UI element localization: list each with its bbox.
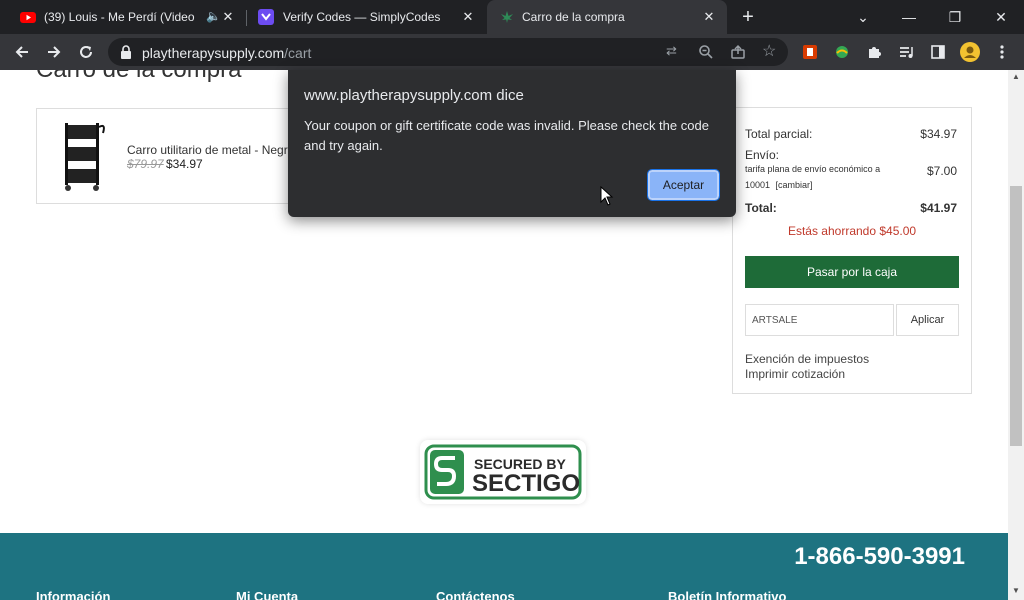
- item-old-price: $79.97: [127, 157, 164, 171]
- shipping-change-link[interactable]: [cambiar]: [776, 180, 813, 190]
- close-window-icon[interactable]: ✕: [978, 0, 1024, 34]
- scroll-down-icon[interactable]: ▼: [1008, 584, 1024, 598]
- total-label: Total:: [745, 201, 777, 215]
- site-footer: 1-866-590-3991 Información Mi Cuenta Con…: [0, 533, 1008, 600]
- subtotal-label: Total parcial:: [745, 127, 813, 141]
- tax-exempt-link[interactable]: Exención de impuestos: [745, 352, 869, 366]
- browser-toolbar: playtherapysupply.com/cart ⇄ ☆: [0, 34, 1024, 70]
- cannabis-leaf-icon: [501, 11, 513, 23]
- close-tab-icon[interactable]: ✕: [220, 9, 236, 25]
- tab-separator: [246, 10, 247, 26]
- footer-phone[interactable]: 1-866-590-3991: [794, 543, 965, 571]
- translate-icon[interactable]: ⇄: [666, 43, 677, 59]
- coupon-input[interactable]: [745, 304, 894, 336]
- tab-search-icon[interactable]: ⌄: [840, 0, 886, 34]
- item-price: $34.97: [166, 157, 203, 171]
- extension-globe-icon[interactable]: [830, 40, 854, 64]
- print-quote-link[interactable]: Imprimir cotización: [745, 367, 845, 381]
- bookmark-star-icon[interactable]: ☆: [762, 41, 776, 61]
- close-tab-icon[interactable]: ✕: [701, 9, 717, 25]
- zoom-icon[interactable]: [698, 44, 714, 60]
- url-text: playtherapysupply.com/cart: [142, 45, 311, 61]
- simplycodes-icon: [258, 9, 274, 25]
- tab-title: Carro de la compra: [522, 10, 625, 24]
- shipping-value: $7.00: [926, 164, 957, 178]
- close-tab-icon[interactable]: ✕: [460, 9, 476, 25]
- dialog-title: www.playtherapysupply.com dice: [304, 87, 524, 104]
- shipping-description: tarifa plana de envío económico a: [745, 164, 881, 174]
- page-title: Carro de la compra: [36, 70, 241, 84]
- tab-strip: (39) Louis - Me Perdí (Video O 🔈 ✕ Verif…: [0, 0, 1024, 34]
- footer-col-mi-cuenta: Mi Cuenta: [236, 589, 299, 600]
- savings-text: Estás ahorrando $45.00: [787, 224, 917, 238]
- checkout-button[interactable]: Pasar por la caja: [745, 256, 959, 288]
- new-tab-button[interactable]: +: [737, 4, 759, 30]
- sectigo-logo: SECURED BY SECTIGO: [424, 444, 582, 500]
- media-controls-icon[interactable]: [894, 40, 918, 64]
- scroll-up-icon[interactable]: ▲: [1008, 70, 1024, 84]
- shipping-row: tarifa plana de envío económico a $7.00: [745, 164, 957, 178]
- tab-carro-compra[interactable]: Carro de la compra ✕: [487, 0, 727, 34]
- url-host: playtherapysupply.com: [142, 45, 285, 61]
- subtotal-row: Total parcial: $34.97: [745, 127, 957, 141]
- total-value: $41.97: [920, 201, 957, 215]
- shipping-label: Envío:: [745, 148, 780, 162]
- total-row: Total: $41.97: [745, 201, 957, 215]
- footer-col-boletin: Boletín Informativo: [668, 589, 787, 600]
- scroll-thumb[interactable]: [1010, 186, 1022, 446]
- url-path: /cart: [284, 45, 312, 61]
- extensions-puzzle-icon[interactable]: [862, 40, 886, 64]
- extension-office-icon[interactable]: [798, 40, 822, 64]
- address-bar[interactable]: playtherapysupply.com/cart ⇄ ☆: [108, 38, 788, 66]
- subtotal-value: $34.97: [920, 127, 957, 141]
- seal-line2: SECTIGO: [472, 470, 580, 497]
- shipping-zip: 10001: [745, 180, 771, 190]
- mouse-cursor-icon: [600, 186, 614, 206]
- footer-col-informacion: Información: [36, 589, 111, 600]
- dialog-ok-button[interactable]: Aceptar: [647, 169, 720, 201]
- profile-avatar-icon[interactable]: [958, 40, 982, 64]
- reload-icon[interactable]: [74, 40, 98, 64]
- tab-title: Verify Codes — SimplyCodes: [283, 10, 441, 24]
- tab-youtube[interactable]: (39) Louis - Me Perdí (Video O 🔈 ✕: [8, 0, 246, 34]
- side-panel-icon[interactable]: [926, 40, 950, 64]
- page-scrollbar[interactable]: ▲ ▼: [1008, 70, 1024, 600]
- speaker-icon[interactable]: 🔈: [206, 9, 221, 23]
- shipping-label-row: Envío:: [745, 148, 957, 162]
- alert-dialog: www.playtherapysupply.com dice Your coup…: [288, 70, 736, 217]
- restore-icon[interactable]: ❐: [932, 0, 978, 34]
- chrome-menu-icon[interactable]: [990, 40, 1014, 64]
- dialog-message: Your coupon or gift certificate code was…: [304, 118, 709, 153]
- shipping-zip-row: 10001 [cambiar]: [745, 180, 957, 190]
- item-name-link[interactable]: Carro utilitario de metal - Negro: [127, 143, 294, 157]
- footer-col-contactenos: Contáctenos: [436, 589, 515, 600]
- sectigo-seal[interactable]: SECURED BY SECTIGO: [420, 440, 586, 504]
- minimize-icon[interactable]: —: [886, 0, 932, 34]
- tab-title: (39) Louis - Me Perdí (Video O: [44, 10, 198, 24]
- utility-cart-image[interactable]: [57, 119, 107, 193]
- back-icon[interactable]: [10, 40, 34, 64]
- share-icon[interactable]: [730, 44, 746, 60]
- forward-icon[interactable]: [42, 40, 66, 64]
- order-summary: Total parcial: $34.97 Envío: tarifa plan…: [732, 107, 972, 394]
- apply-coupon-button[interactable]: Aplicar: [896, 304, 959, 336]
- tab-simplycodes[interactable]: Verify Codes — SimplyCodes ✕: [248, 0, 486, 34]
- youtube-icon: [20, 12, 36, 23]
- lock-icon[interactable]: [120, 45, 132, 59]
